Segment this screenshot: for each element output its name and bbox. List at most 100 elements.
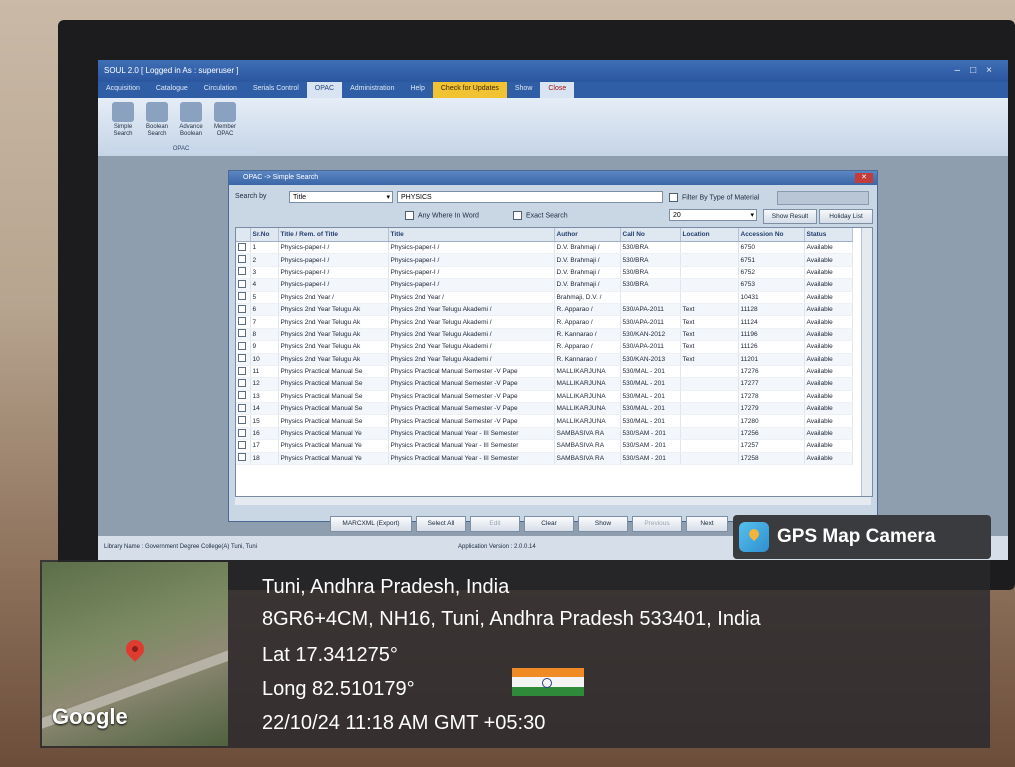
any-where-checkbox[interactable]: Any Where In Word xyxy=(405,211,479,220)
table-row[interactable]: 16 Physics Practical Manual Ye Physics Pra… xyxy=(236,427,853,441)
row-checkbox-cell[interactable] xyxy=(236,452,251,466)
next-button[interactable]: Next xyxy=(686,516,728,532)
horizontal-scrollbar[interactable] xyxy=(235,497,871,505)
menu-administration[interactable]: Administration xyxy=(342,82,402,98)
table-row[interactable]: 17 Physics Practical Manual Ye Physics Pra… xyxy=(236,439,853,453)
clear-button[interactable]: Clear xyxy=(524,516,574,532)
simple-search-button[interactable]: Simple Search xyxy=(108,102,138,138)
window-controls[interactable]: –□× xyxy=(955,60,1002,82)
row-checkbox[interactable] xyxy=(238,292,246,301)
row-checkbox-cell[interactable] xyxy=(236,390,251,404)
row-checkbox-cell[interactable] xyxy=(236,291,251,304)
row-checkbox[interactable] xyxy=(238,354,246,363)
result-count-select[interactable]: 20 ▾ xyxy=(669,209,757,221)
row-checkbox-cell[interactable] xyxy=(236,402,251,416)
table-row[interactable]: 5 Physics 2nd Year / Physics 2nd Year / Bra… xyxy=(236,291,853,304)
table-row[interactable]: 13 Physics Practical Manual Se Physics Pra… xyxy=(236,390,853,404)
row-checkbox-cell[interactable] xyxy=(236,427,251,441)
row-checkbox-cell[interactable] xyxy=(236,414,251,428)
column-header[interactable]: Sr.No xyxy=(250,228,279,242)
table-row[interactable]: 3 Physics-paper-I / Physics-paper-I / D.V. … xyxy=(236,266,853,280)
member-opac-button[interactable]: Member OPAC xyxy=(210,102,240,138)
row-checkbox-cell[interactable] xyxy=(236,439,251,453)
material-type-select[interactable] xyxy=(777,191,869,205)
menu-help[interactable]: Help xyxy=(402,82,432,98)
filter-material-label: Filter By Type of Material xyxy=(682,194,760,202)
row-checkbox[interactable] xyxy=(238,391,246,400)
menu-opac[interactable]: OPAC xyxy=(306,82,343,98)
column-header[interactable]: Title xyxy=(388,228,555,242)
table-cell: Text xyxy=(680,328,739,342)
row-checkbox[interactable] xyxy=(238,366,246,375)
table-row[interactable]: 6 Physics 2nd Year Telugu Ak Physics 2nd Y… xyxy=(236,303,853,317)
edit-button[interactable]: Edit xyxy=(470,516,520,532)
table-row[interactable]: 10 Physics 2nd Year Telugu Ak Physics 2nd … xyxy=(236,353,853,366)
row-checkbox-cell[interactable] xyxy=(236,266,251,280)
column-header[interactable]: Title / Rem. of Title xyxy=(278,228,389,242)
row-checkbox-cell[interactable] xyxy=(236,315,251,329)
table-row[interactable]: 15 Physics Practical Manual Se Physics Pra… xyxy=(236,414,853,428)
row-checkbox-cell[interactable] xyxy=(236,365,251,379)
menu-circulation[interactable]: Circulation xyxy=(196,82,245,98)
row-checkbox[interactable] xyxy=(238,317,246,326)
holiday-list-button[interactable]: Holiday List xyxy=(819,209,873,224)
search-by-select[interactable]: Title ▾ xyxy=(289,191,393,203)
search-query-input[interactable]: PHYSICS xyxy=(397,191,663,203)
row-checkbox[interactable] xyxy=(238,341,246,350)
menu-acquisition[interactable]: Acquisition xyxy=(98,82,148,98)
column-header[interactable]: Location xyxy=(680,228,739,242)
row-checkbox-cell[interactable] xyxy=(236,328,251,342)
table-cell: Physics Practical Manual Semester -V Pap… xyxy=(388,402,555,416)
column-header[interactable]: Status xyxy=(804,228,853,242)
row-checkbox[interactable] xyxy=(238,440,246,449)
table-row[interactable]: 18 Physics Practical Manual Ye Physics Pra… xyxy=(236,452,853,466)
column-header[interactable]: Author xyxy=(554,228,621,242)
row-checkbox[interactable] xyxy=(238,242,246,251)
row-checkbox[interactable] xyxy=(238,329,246,338)
row-checkbox[interactable] xyxy=(238,428,246,437)
column-header[interactable]: Call No xyxy=(620,228,681,242)
show-result-button[interactable]: Show Result xyxy=(763,209,817,224)
row-checkbox-cell[interactable] xyxy=(236,353,251,366)
menu-catalogue[interactable]: Catalogue xyxy=(148,82,196,98)
advance-boolean-button[interactable]: Advance Boolean xyxy=(176,102,206,138)
vertical-scrollbar[interactable] xyxy=(861,228,872,496)
marcxml-export-button[interactable]: MARCXML (Export) xyxy=(330,516,412,532)
filter-material-checkbox[interactable]: Filter By Type of Material xyxy=(669,193,759,202)
table-row[interactable]: 11 Physics Practical Manual Se Physics Pra… xyxy=(236,365,853,379)
row-checkbox[interactable] xyxy=(238,403,246,412)
table-row[interactable]: 12 Physics Practical Manual Se Physics Pra… xyxy=(236,377,853,391)
row-checkbox-cell[interactable] xyxy=(236,303,251,317)
row-checkbox-cell[interactable] xyxy=(236,278,251,292)
table-row[interactable]: 9 Physics 2nd Year Telugu Ak Physics 2nd Y… xyxy=(236,340,853,354)
row-checkbox[interactable] xyxy=(238,255,246,264)
row-checkbox[interactable] xyxy=(238,453,246,462)
boolean-search-button[interactable]: Boolean Search xyxy=(142,102,172,138)
table-row[interactable]: 14 Physics Practical Manual Se Physics Pra… xyxy=(236,402,853,416)
dialog-close-button[interactable]: ✕ xyxy=(855,173,873,183)
row-checkbox[interactable] xyxy=(238,378,246,387)
column-header[interactable]: Accession No xyxy=(738,228,805,242)
show-button[interactable]: Show xyxy=(578,516,628,532)
row-checkbox[interactable] xyxy=(238,279,246,288)
table-row[interactable]: 7 Physics 2nd Year Telugu Ak Physics 2nd Y… xyxy=(236,315,853,329)
previous-button[interactable]: Previous xyxy=(632,516,682,532)
exact-search-checkbox[interactable]: Exact Search xyxy=(513,211,568,220)
row-checkbox[interactable] xyxy=(238,416,246,425)
table-row[interactable]: 4 Physics-paper-I / Physics-paper-I / D.V. … xyxy=(236,278,853,292)
menu-serials-control[interactable]: Serials Control xyxy=(245,82,307,98)
menu-close[interactable]: Close xyxy=(540,82,575,98)
row-checkbox-cell[interactable] xyxy=(236,241,251,255)
row-checkbox-cell[interactable] xyxy=(236,377,251,391)
table-cell: R. Apparao / xyxy=(554,303,621,317)
row-checkbox[interactable] xyxy=(238,267,246,276)
menu-check-updates[interactable]: Check for Updates xyxy=(432,82,507,98)
row-checkbox-cell[interactable] xyxy=(236,340,251,354)
select-all-button[interactable]: Select All xyxy=(416,516,466,532)
table-row[interactable]: 1 Physics-paper-I / Physics-paper-I / D.V. … xyxy=(236,241,853,255)
menu-show[interactable]: Show xyxy=(507,82,541,98)
table-row[interactable]: 2 Physics-paper-I / Physics-paper-I / D.V. … xyxy=(236,253,853,267)
table-row[interactable]: 8 Physics 2nd Year Telugu Ak Physics 2nd Y… xyxy=(236,328,853,342)
row-checkbox[interactable] xyxy=(238,304,246,313)
row-checkbox-cell[interactable] xyxy=(236,253,251,267)
